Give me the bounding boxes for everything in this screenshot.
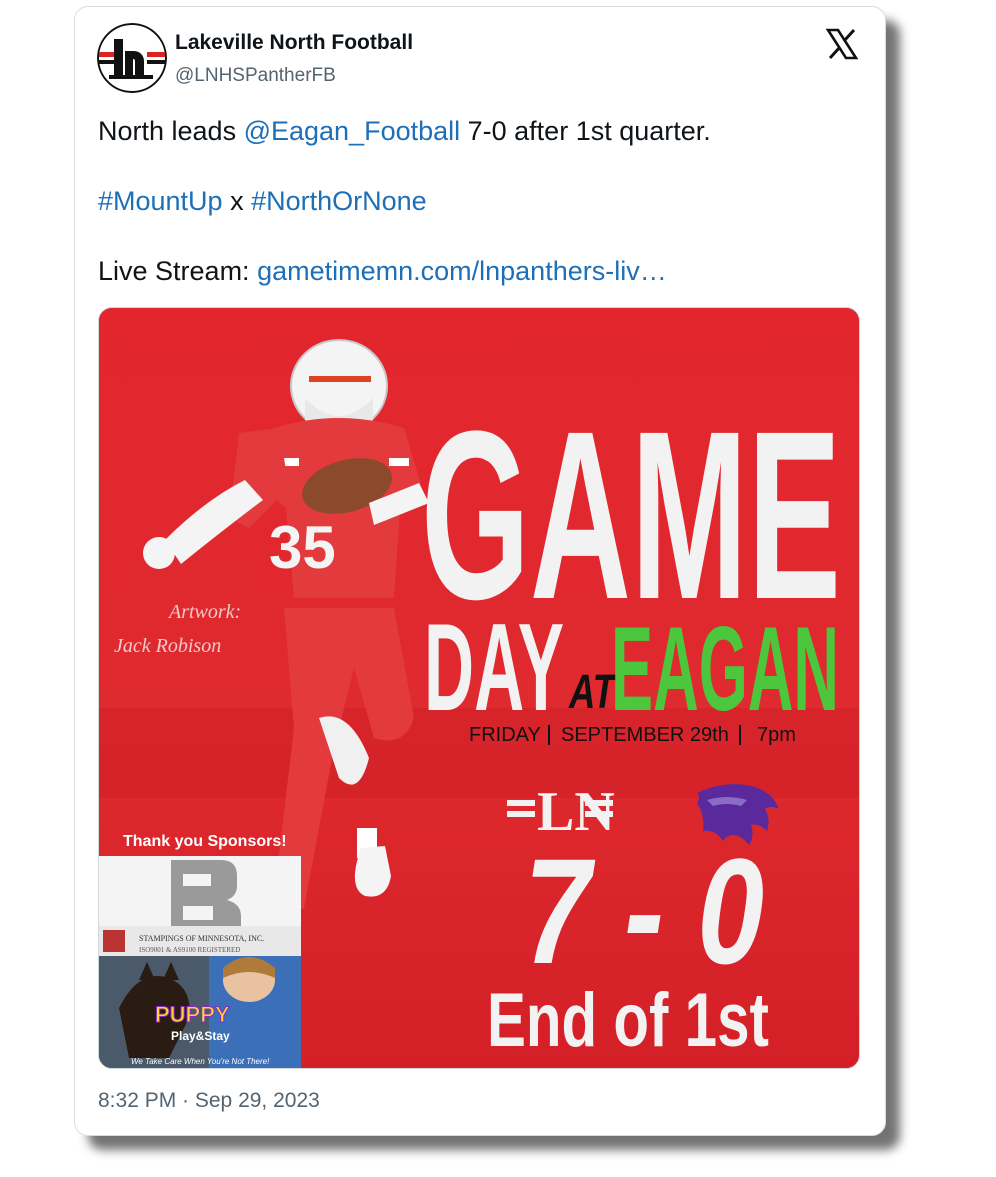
tweet-text-segment: North leads <box>98 116 244 146</box>
hashtag-link-mountup[interactable]: #MountUp <box>98 186 223 216</box>
tweet-line-1: North leads @Eagan_Football 7-0 after 1s… <box>98 114 858 149</box>
period-label: End of 1st <box>487 978 769 1063</box>
tweet-line-2: #MountUp x #NorthOrNone <box>98 184 858 219</box>
sponsor2-name: PUPPY <box>155 1002 230 1027</box>
user-handle[interactable]: @LNHSPantherFB <box>175 65 336 87</box>
tweet-text-segment: x <box>222 186 252 216</box>
tweet-line-3: Live Stream: gametimemn.com/lnpanthers-l… <box>98 254 858 289</box>
sponsor-stampings[interactable]: STAMPINGS OF MINNESOTA, INC. ISO9001 & A… <box>99 856 301 956</box>
game-day-graphic: 35 Artwork: Jack Robison GAME DAY AT EAG… <box>99 308 859 1069</box>
tweet-timestamp[interactable]: 8:32 PM · Sep 29, 2023 <box>98 1089 320 1113</box>
ln-logo-icon <box>97 23 167 93</box>
sponsors-label: Thank you Sponsors! <box>123 833 287 850</box>
hashtag-link-northornone[interactable]: #NorthOrNone <box>251 186 427 216</box>
sponsor2-sub: Play&Stay <box>171 1029 230 1043</box>
mention-link[interactable]: @Eagan_Football <box>244 116 461 146</box>
stream-label: Live Stream: <box>98 256 258 286</box>
date-time: 7pm <box>757 724 796 746</box>
date-divider <box>548 725 550 745</box>
headline-eagan: EAGAN <box>611 602 839 736</box>
date-day: FRIDAY <box>469 724 541 746</box>
tweet-text-segment: 7-0 after 1st quarter. <box>460 116 711 146</box>
tweet-card: Lakeville North Football @LNHSPantherFB … <box>74 6 886 1136</box>
media-image[interactable]: 35 Artwork: Jack Robison GAME DAY AT EAG… <box>98 307 860 1069</box>
jersey-number: 35 <box>269 514 336 581</box>
date-divider <box>739 725 741 745</box>
sponsor2-tagline: We Take Care When You're Not There! <box>131 1057 270 1066</box>
sponsor-puppy[interactable]: PUPPY Play&Stay We Take Care When You're… <box>99 956 301 1069</box>
tweet-text: North leads @Eagan_Football 7-0 after 1s… <box>98 114 858 289</box>
sponsor1-sub: ISO9001 & AS9100 REGISTERED <box>139 946 240 954</box>
headline-day: DAY <box>424 599 564 737</box>
x-logo-icon[interactable] <box>825 27 859 61</box>
score: 7 - 0 <box>524 827 764 995</box>
date-date: SEPTEMBER 29th <box>561 724 729 746</box>
avatar[interactable] <box>97 23 167 93</box>
sponsor1-name: STAMPINGS OF MINNESOTA, INC. <box>139 934 264 943</box>
display-name[interactable]: Lakeville North Football <box>175 31 413 55</box>
artwork-label: Artwork: <box>167 601 241 623</box>
stream-link[interactable]: gametimemn.com/lnpanthers-liv… <box>257 256 667 286</box>
artist-name: Jack Robison <box>114 635 221 657</box>
